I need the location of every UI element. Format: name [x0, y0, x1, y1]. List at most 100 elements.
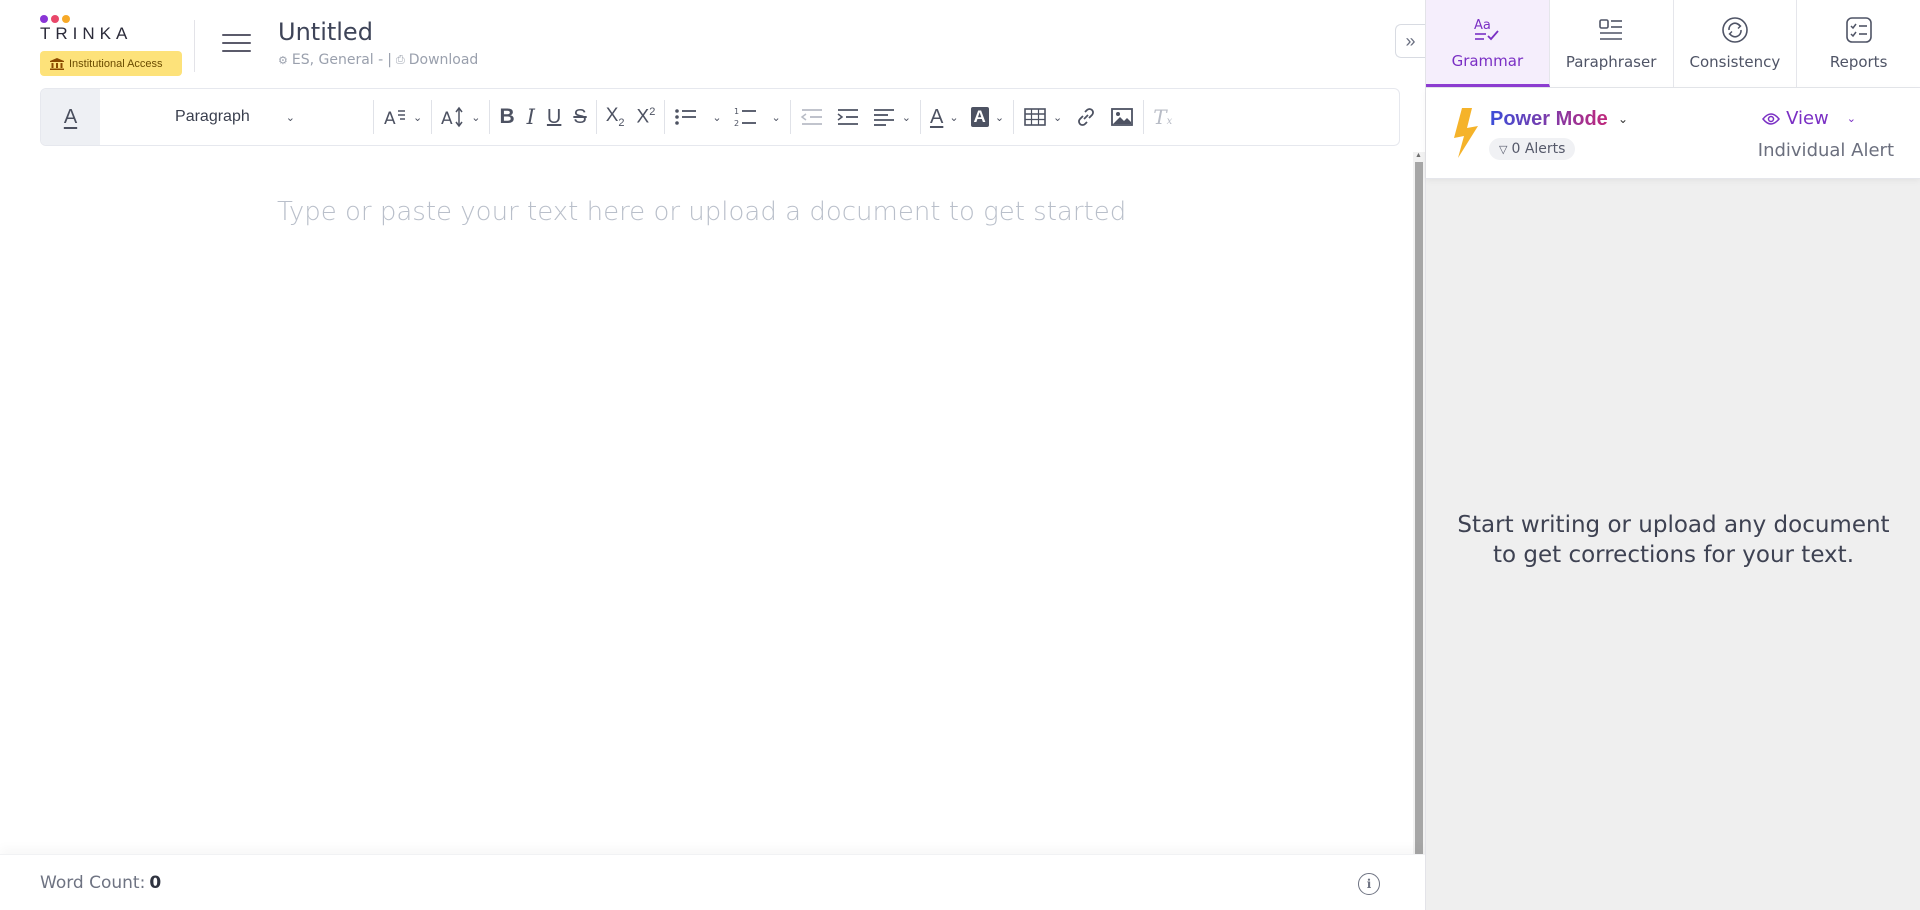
editor-placeholder: Type or paste your text here or upload a… [277, 197, 1127, 227]
document-meta: ⚙ ES, General - | ⎙ Download [278, 52, 478, 68]
document-language-settings[interactable]: ES, General - [292, 52, 383, 68]
outdent-icon [800, 109, 822, 125]
chevron-down-icon: ⌄ [471, 111, 481, 124]
highlight-color-dropdown[interactable]: A ⌄ [965, 100, 1011, 134]
tab-grammar[interactable]: Aa Grammar [1426, 0, 1550, 87]
word-count-value: 0 [149, 873, 162, 893]
view-label: View [1786, 108, 1829, 129]
image-button[interactable] [1104, 100, 1140, 134]
block-format-dropdown[interactable]: Paragraph ⌄ [100, 108, 370, 126]
app-header: TRINKA Institutional Access Untitled ⚙ E… [0, 0, 1425, 88]
bullet-list-icon [675, 109, 697, 125]
underline-button[interactable]: U [541, 100, 567, 134]
alerts-count: 0 Alerts [1511, 141, 1566, 157]
superscript-icon: X2 [636, 105, 656, 128]
tab-reports[interactable]: Reports [1797, 0, 1920, 87]
bullet-list-dropdown[interactable]: ⌄ [668, 100, 727, 134]
chevron-down-icon: ⌄ [949, 111, 959, 124]
bank-icon [50, 57, 64, 70]
logo-text: TRINKA [40, 24, 133, 43]
chevron-down-icon: ⌄ [901, 111, 911, 124]
outdent-button[interactable] [794, 100, 830, 134]
institutional-access-label: Institutional Access [69, 57, 163, 70]
corrections-panel: Aa Grammar Paraphraser Consistency Repor… [1425, 0, 1920, 910]
view-dropdown[interactable]: View ⌄ [1762, 108, 1856, 129]
settings-gear-icon[interactable]: ⚙ [278, 54, 288, 67]
text-format-icon: A [63, 105, 78, 128]
info-icon[interactable]: i [1358, 873, 1380, 895]
italic-icon: I [526, 105, 535, 129]
editor-scrollbar[interactable]: ▲ [1413, 152, 1425, 855]
menu-hamburger-icon[interactable] [222, 34, 251, 54]
table-icon [1024, 108, 1046, 126]
strikethrough-button[interactable]: S [567, 100, 592, 134]
numbered-list-dropdown[interactable]: 12 ⌄ [728, 100, 787, 134]
document-title[interactable]: Untitled [278, 18, 373, 46]
scroll-up-arrow-icon[interactable]: ▲ [1415, 152, 1422, 159]
collapse-panel-button[interactable]: » [1395, 24, 1425, 58]
font-style-icon: A [384, 109, 405, 129]
image-icon [1111, 108, 1134, 126]
download-link[interactable]: Download [409, 52, 479, 68]
meta-separator: | [387, 52, 392, 68]
alerts-filter-badge[interactable]: ▽ 0 Alerts [1489, 138, 1576, 160]
eye-icon [1762, 112, 1781, 125]
svg-text:Aa: Aa [1474, 18, 1491, 33]
svg-text:2: 2 [734, 119, 739, 128]
table-dropdown[interactable]: ⌄ [1017, 100, 1068, 134]
highlight-color-icon: A [970, 107, 989, 127]
editor-footer: Word Count: 0 i [0, 854, 1425, 910]
scrollbar-thumb[interactable] [1415, 162, 1423, 855]
chevron-down-icon: ⌄ [712, 111, 722, 124]
tab-consistency-label: Consistency [1689, 53, 1781, 71]
word-count-label: Word Count: [40, 873, 146, 893]
bold-button[interactable]: B [493, 100, 520, 134]
font-color-icon: A [929, 105, 944, 128]
reports-icon [1845, 17, 1872, 43]
chevron-down-icon: ⌄ [771, 111, 781, 124]
subscript-button[interactable]: X2 [600, 100, 631, 134]
tab-grammar-label: Grammar [1451, 51, 1524, 70]
strikethrough-icon: S [573, 105, 587, 128]
chevron-down-icon: ⌄ [1053, 111, 1063, 124]
header-divider [194, 20, 195, 72]
panel-tabs: Aa Grammar Paraphraser Consistency Repor… [1426, 0, 1920, 88]
text-format-toggle-button[interactable]: A [41, 89, 100, 145]
grammar-icon: Aa [1474, 18, 1500, 40]
filter-icon: ▽ [1499, 142, 1508, 156]
font-size-icon: A [441, 106, 463, 129]
paraphraser-icon [1599, 19, 1623, 40]
trinka-logo[interactable]: TRINKA [40, 15, 132, 43]
double-chevron-right-icon: » [1405, 30, 1416, 51]
underline-icon: U [546, 105, 562, 128]
chevron-down-icon: ⌄ [285, 111, 295, 124]
tab-paraphraser[interactable]: Paraphraser [1550, 0, 1674, 87]
consistency-icon [1722, 17, 1748, 43]
chevron-down-icon: ⌄ [413, 111, 423, 124]
link-button[interactable] [1068, 100, 1104, 134]
view-mode-value: Individual Alert [1757, 140, 1894, 161]
tab-consistency[interactable]: Consistency [1674, 0, 1798, 87]
italic-button[interactable]: I [521, 100, 541, 134]
numbered-list-icon: 12 [734, 107, 756, 128]
svg-text:A: A [441, 109, 453, 129]
font-color-dropdown[interactable]: A ⌄ [924, 100, 965, 134]
mode-bar: Power Mode ⌄ ▽ 0 Alerts View ⌄ Individua… [1426, 88, 1920, 179]
indent-button[interactable] [830, 100, 866, 134]
align-dropdown[interactable]: ⌄ [866, 100, 917, 134]
clear-formatting-icon: Tx [1153, 105, 1173, 129]
empty-state-line-2: to get corrections for your text. [1492, 542, 1854, 568]
svg-text:1: 1 [734, 107, 739, 116]
power-mode-dropdown[interactable]: Power Mode [1490, 108, 1608, 131]
bold-icon: B [499, 105, 515, 128]
superscript-button[interactable]: X2 [631, 100, 662, 134]
font-size-dropdown[interactable]: A ⌄ [435, 100, 486, 134]
clear-formatting-button[interactable]: Tx [1147, 100, 1178, 134]
svg-text:A: A [384, 109, 396, 129]
editor-area[interactable]: Type or paste your text here or upload a… [0, 152, 1413, 852]
logo-dots [40, 15, 132, 23]
download-icon[interactable]: ⎙ [396, 53, 405, 67]
align-left-icon [873, 109, 894, 126]
font-style-dropdown[interactable]: A ⌄ [377, 100, 428, 134]
chevron-down-icon[interactable]: ⌄ [1618, 112, 1628, 126]
